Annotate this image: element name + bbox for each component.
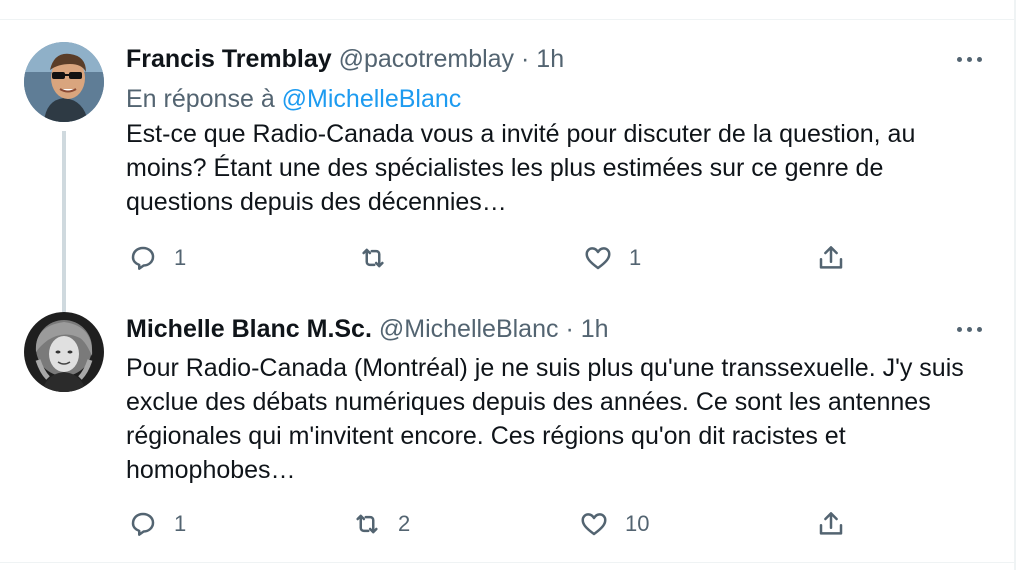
reply-bubble-icon: [131, 512, 155, 536]
reply-prefix: En réponse à: [126, 85, 275, 113]
avatar[interactable]: [24, 312, 104, 392]
share-upload-icon: [819, 246, 843, 269]
separator-dot: ·: [521, 45, 530, 73]
retweet-arrows-icon: [356, 514, 378, 534]
reply-context: En réponse à @MichelleBlanc: [126, 82, 461, 116]
display-name[interactable]: Francis Tremblay: [126, 45, 332, 73]
like-button[interactable]: 10: [579, 507, 649, 541]
like-button[interactable]: 1: [583, 241, 641, 275]
avatar[interactable]: [24, 42, 104, 122]
tweet-text: Est-ce que Radio-Canada vous a invité po…: [126, 120, 916, 216]
heart-icon: [581, 513, 607, 536]
retweet-arrows-icon: [362, 248, 384, 268]
retweet-button[interactable]: 2: [352, 507, 410, 541]
user-handle[interactable]: @MichelleBlanc: [379, 315, 559, 343]
more-dots-icon[interactable]: [955, 318, 985, 340]
user-handle[interactable]: @pacotremblay: [339, 45, 514, 73]
timestamp[interactable]: 1h: [581, 315, 609, 343]
display-name[interactable]: Michelle Blanc M.Sc.: [126, 315, 372, 343]
more-dots-icon[interactable]: [955, 48, 985, 70]
tweet-header: Michelle Blanc M.Sc. @MichelleBlanc · 1h: [126, 312, 609, 346]
like-count: 1: [629, 245, 642, 270]
reply-count: 1: [174, 511, 187, 536]
like-count: 10: [625, 511, 650, 536]
reply-count: 1: [174, 245, 187, 270]
avatar-photo-icon: [24, 312, 104, 392]
avatar-photo-icon: [24, 42, 104, 122]
reply-mention-link[interactable]: @MichelleBlanc: [282, 85, 462, 113]
divider-top: [0, 19, 1016, 20]
timestamp[interactable]: 1h: [536, 45, 564, 73]
divider-bottom: [0, 562, 1016, 563]
share-button[interactable]: [816, 241, 846, 275]
reply-button[interactable]: 1: [128, 507, 186, 541]
reply-bubble-icon: [131, 246, 155, 270]
share-button[interactable]: [816, 507, 846, 541]
share-upload-icon: [819, 512, 843, 535]
tweet-header: Francis Tremblay @pacotremblay · 1h: [126, 42, 564, 76]
tweet-text: Pour Radio-Canada (Montréal) je ne suis …: [126, 354, 964, 484]
separator-dot: ·: [565, 315, 574, 343]
retweet-button[interactable]: [358, 241, 404, 275]
retweet-count: 2: [398, 511, 411, 536]
heart-icon: [585, 247, 611, 270]
reply-button[interactable]: 1: [128, 241, 186, 275]
